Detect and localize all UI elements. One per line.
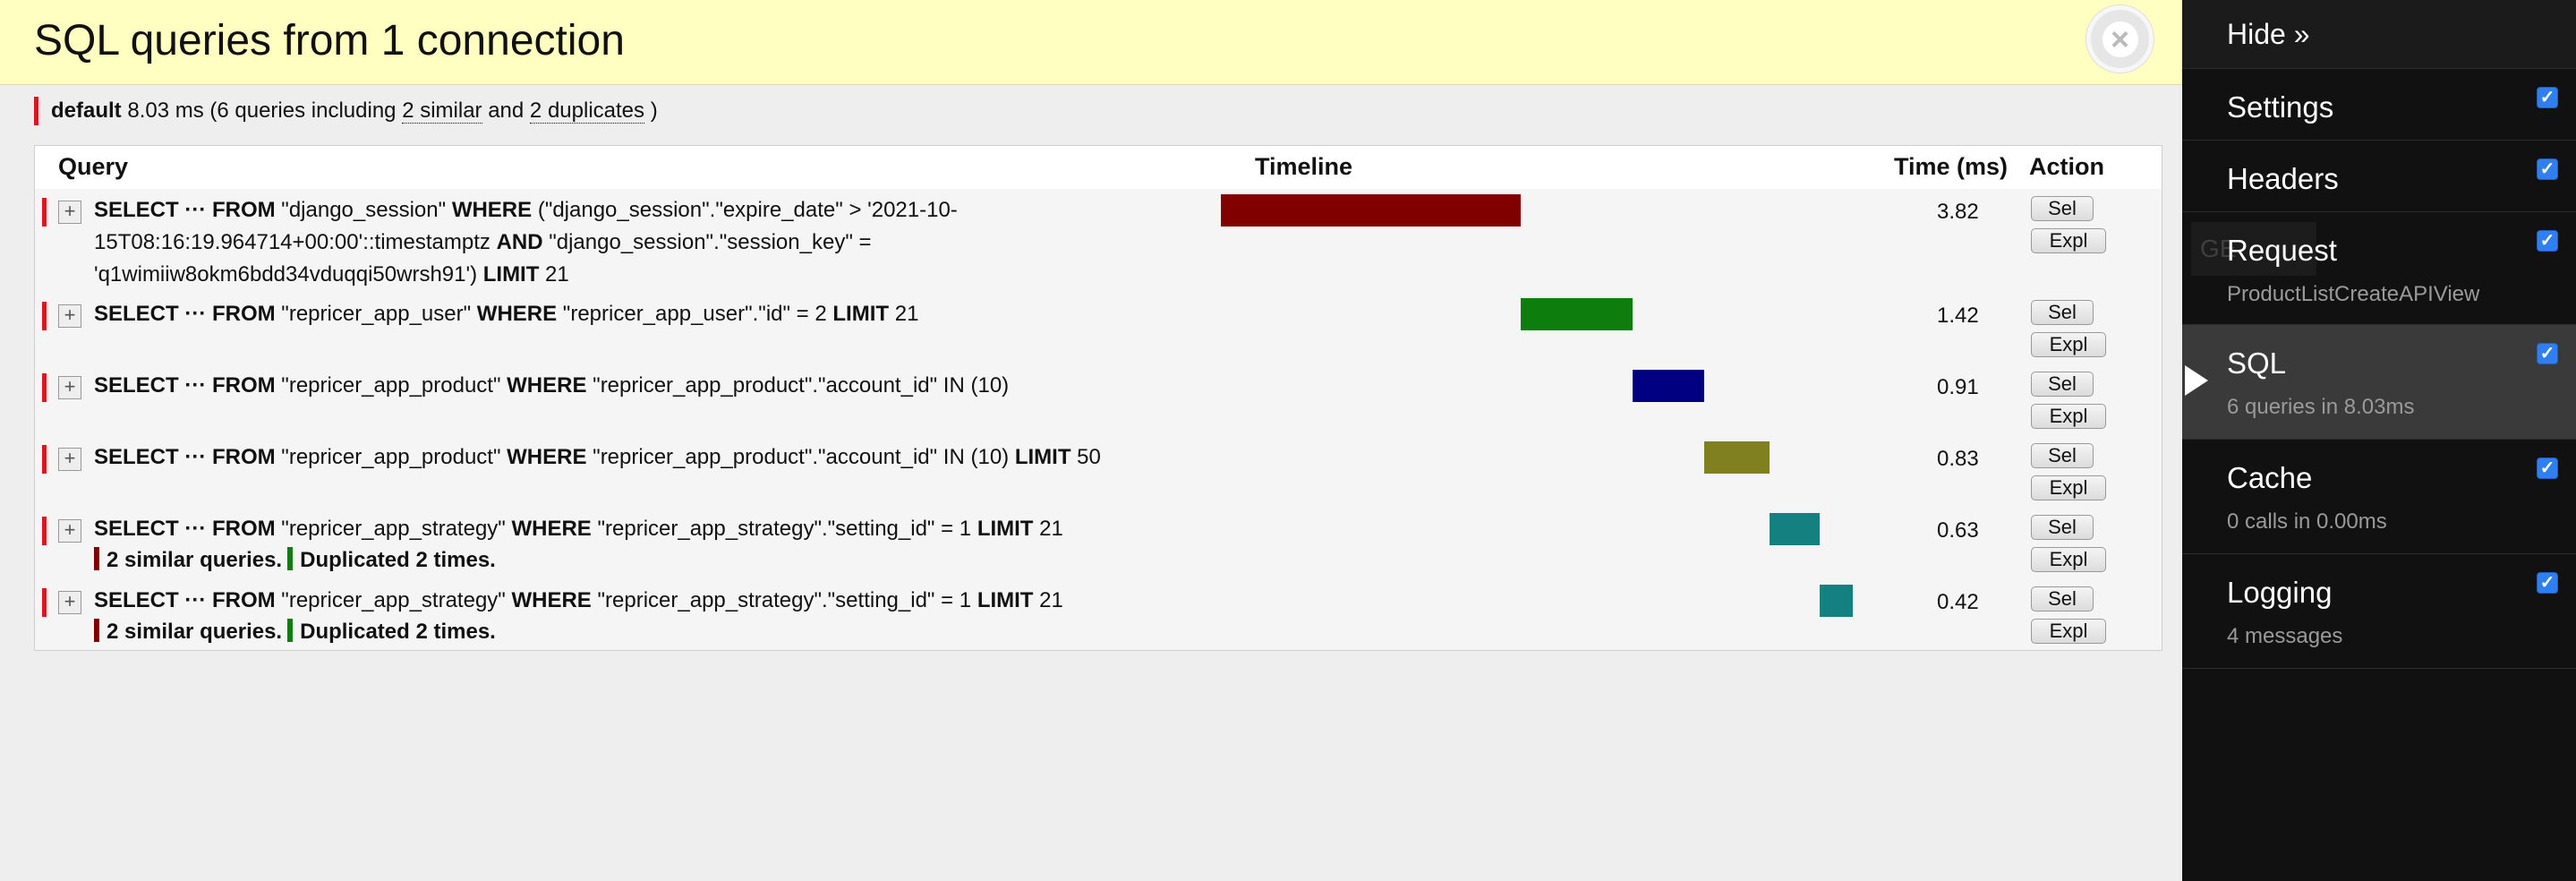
sidebar-item-label: Logging: [2227, 576, 2333, 609]
select-button[interactable]: Sel: [2031, 586, 2094, 612]
explain-button[interactable]: Expl: [2031, 619, 2106, 644]
table-header: [35, 146, 2162, 189]
panel-enable-checkbox[interactable]: ✓: [2537, 158, 2558, 180]
hide-row: Hide »: [2182, 0, 2576, 69]
query-alias-marker: [42, 302, 47, 330]
expand-toggle-icon[interactable]: +: [58, 376, 81, 399]
select-button[interactable]: Sel: [2031, 372, 2094, 397]
panel-enable-checkbox[interactable]: ✓: [2537, 458, 2558, 479]
query-alias-marker: [42, 517, 47, 545]
sidebar-item-headers[interactable]: Headers ✓: [2182, 141, 2576, 212]
query-time: 0.83: [1937, 447, 1979, 471]
explain-button[interactable]: Expl: [2031, 228, 2106, 253]
header-timeline: Timeline: [1255, 153, 1353, 180]
close-button[interactable]: ×: [2086, 5, 2154, 73]
query-time: 0.91: [1937, 375, 1979, 399]
active-panel-arrow-icon: [2185, 365, 2208, 396]
summary-and: and: [488, 98, 525, 123]
timeline-bar: [1820, 585, 1853, 617]
expand-toggle-icon[interactable]: +: [58, 591, 81, 614]
sidebar-item-label: Request: [2227, 234, 2337, 267]
sql-text: SELECT ··· FROM "repricer_app_strategy" …: [94, 588, 1063, 612]
panel-header: SQL queries from 1 connection ×: [0, 0, 2182, 85]
explain-button[interactable]: Expl: [2031, 475, 2106, 500]
duplicates-link[interactable]: 2 duplicates: [529, 98, 645, 124]
similar-marker: [94, 547, 99, 570]
select-button[interactable]: Sel: [2031, 300, 2094, 325]
similar-marker: [94, 619, 99, 642]
explain-button[interactable]: Expl: [2031, 404, 2106, 429]
sidebar-item-subtitle: ProductListCreateAPIView: [2227, 282, 2480, 306]
sidebar-item-subtitle: 0 calls in 0.00ms: [2227, 509, 2387, 534]
select-button[interactable]: Sel: [2031, 443, 2094, 468]
duplicate-marker: [287, 619, 294, 642]
similar-link[interactable]: 2 similar: [402, 98, 482, 124]
sql-table: Query Timeline Time (ms) Action + SELECT …: [34, 145, 2162, 651]
sql-text: SELECT ··· FROM "django_session" WHERE (…: [94, 198, 958, 287]
timeline-bar: [1704, 441, 1770, 474]
header-action: Action: [2029, 153, 2104, 180]
timeline-bar: [1221, 194, 1521, 227]
expand-toggle-icon[interactable]: +: [58, 448, 81, 471]
sidebar-item-settings[interactable]: Settings ✓: [2182, 69, 2576, 141]
similar-text: 2 similar queries.: [107, 548, 283, 572]
query-alias-marker: [42, 445, 47, 474]
query-alias-marker: [42, 588, 47, 617]
sql-text: SELECT ··· FROM "repricer_app_product" W…: [94, 445, 1101, 469]
query-time: 1.42: [1937, 304, 1979, 328]
expand-toggle-icon[interactable]: +: [58, 201, 81, 224]
sidebar-item-label: Settings: [2227, 90, 2334, 124]
sidebar-item-request[interactable]: Request ProductListCreateAPIView ✓: [2182, 212, 2576, 325]
connection-alias: default: [51, 98, 122, 123]
sql-text: SELECT ··· FROM "repricer_app_user" WHER…: [94, 302, 919, 326]
close-icon: ×: [2102, 21, 2138, 57]
connection-summary: default 8.03 ms (6 queries including 2 s…: [34, 97, 658, 125]
panel-title: SQL queries from 1 connection: [34, 17, 625, 64]
sidebar-item-sql[interactable]: SQL 6 queries in 8.03ms ✓: [2182, 325, 2576, 440]
explain-button[interactable]: Expl: [2031, 547, 2106, 572]
sidebar-item-subtitle: 6 queries in 8.03ms: [2227, 395, 2415, 419]
sql-text: SELECT ··· FROM "repricer_app_strategy" …: [94, 517, 1063, 541]
debug-panel: SQL queries from 1 connection × default …: [0, 0, 2182, 881]
duplicate-text: Duplicated 2 times.: [300, 548, 496, 572]
header-time: Time (ms): [1894, 153, 2009, 180]
explain-button[interactable]: Expl: [2031, 332, 2106, 357]
panel-enable-checkbox[interactable]: ✓: [2537, 230, 2558, 252]
sidebar-item-label: SQL: [2227, 346, 2287, 380]
expand-toggle-icon[interactable]: +: [58, 519, 81, 543]
similar-text: 2 similar queries.: [107, 620, 283, 644]
sidebar-item-subtitle: 4 messages: [2227, 624, 2343, 648]
query-alias-marker: [42, 373, 47, 402]
select-button[interactable]: Sel: [2031, 196, 2094, 221]
sidebar-item-label: Cache: [2227, 461, 2313, 494]
sidebar-item-cache[interactable]: Cache 0 calls in 0.00ms ✓: [2182, 440, 2576, 554]
sidebar-item-label: Headers: [2227, 162, 2339, 195]
summary-time: 8.03 ms (6 queries including: [127, 98, 397, 123]
similar-duplicate-note: 2 similar queries. Duplicated 2 times.: [94, 547, 496, 573]
hide-toolbar-link[interactable]: Hide »: [2227, 18, 2310, 51]
similar-duplicate-note: 2 similar queries. Duplicated 2 times.: [94, 619, 496, 645]
panel-enable-checkbox[interactable]: ✓: [2537, 572, 2558, 594]
toolbar-sidebar: admin Hide » GE Settings✓Headers✓Request…: [2182, 0, 2576, 881]
timeline-bar: [1770, 513, 1820, 545]
expand-toggle-icon[interactable]: +: [58, 304, 81, 328]
header-query: Query: [58, 153, 129, 180]
timeline-bar: [1521, 298, 1633, 330]
sql-text: SELECT ··· FROM "repricer_app_product" W…: [94, 373, 1010, 398]
duplicate-marker: [287, 547, 294, 570]
summary-close-paren: ): [650, 98, 658, 123]
panel-enable-checkbox[interactable]: ✓: [2537, 87, 2558, 108]
sidebar-item-logging[interactable]: Logging 4 messages ✓: [2182, 554, 2576, 669]
duplicate-text: Duplicated 2 times.: [300, 620, 496, 644]
query-alias-marker: [42, 198, 47, 227]
query-time: 3.82: [1937, 200, 1979, 224]
timeline-bar: [1633, 370, 1704, 402]
panel-enable-checkbox[interactable]: ✓: [2537, 343, 2558, 364]
select-button[interactable]: Sel: [2031, 515, 2094, 540]
query-time: 0.63: [1937, 518, 1979, 543]
query-time: 0.42: [1937, 590, 1979, 614]
